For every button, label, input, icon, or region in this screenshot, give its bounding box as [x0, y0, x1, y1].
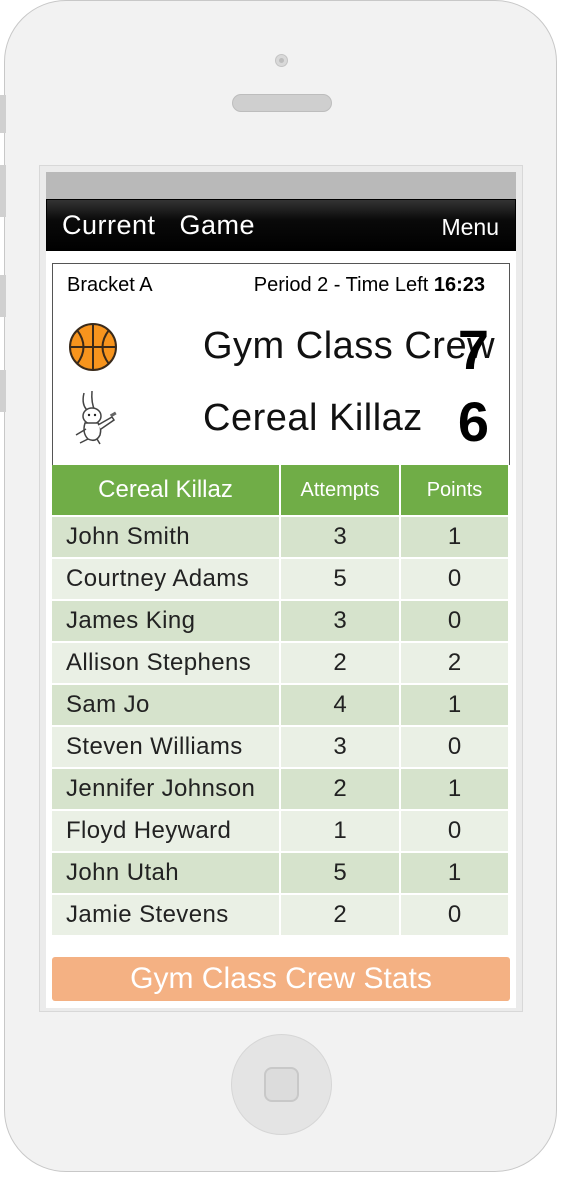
- points-cell: 0: [401, 811, 508, 851]
- home-team-score: 7: [457, 318, 489, 381]
- points-cell: 0: [401, 601, 508, 641]
- time-left: 16:23: [433, 274, 485, 296]
- away-team-name: Cereal Killaz: [203, 397, 423, 439]
- attempts-cell: 4: [281, 685, 399, 725]
- home-square-icon: [264, 1067, 299, 1102]
- other-team-stats-button[interactable]: Gym Class Crew Stats: [52, 957, 510, 1001]
- table-row[interactable]: Allison Stephens 2 2: [52, 643, 508, 683]
- attempts-cell: 2: [281, 643, 399, 683]
- player-name-cell: John Smith: [52, 517, 279, 557]
- player-name-cell: Floyd Heyward: [52, 811, 279, 851]
- points-cell: 1: [401, 853, 508, 893]
- attempts-cell: 3: [281, 517, 399, 557]
- period-time-label: Period 2 - Time Left 16:23: [254, 274, 485, 297]
- nav-bar: Current Game Menu: [46, 199, 516, 251]
- player-name-cell: Courtney Adams: [52, 559, 279, 599]
- table-header-row: Cereal Killaz Attempts Points: [52, 465, 508, 515]
- table-row[interactable]: Steven Williams 3 0: [52, 727, 508, 767]
- menu-button[interactable]: Menu: [441, 214, 499, 241]
- rabbit-mascot-icon: [70, 389, 120, 445]
- attempts-cell: 1: [281, 811, 399, 851]
- points-cell: 1: [401, 685, 508, 725]
- player-name-cell: John Utah: [52, 853, 279, 893]
- player-name-cell: Steven Williams: [52, 727, 279, 767]
- period-text: Period 2 - Time Left: [253, 274, 429, 296]
- phone-mute-switch: [0, 95, 6, 133]
- points-cell: 2: [401, 643, 508, 683]
- phone-side-button: [0, 370, 6, 412]
- phone-volume-down: [0, 275, 6, 317]
- points-cell: 0: [401, 727, 508, 767]
- attempts-cell: 3: [281, 601, 399, 641]
- status-bar: [46, 172, 516, 199]
- phone-speaker: [232, 94, 332, 112]
- table-row[interactable]: Courtney Adams 5 0: [52, 559, 508, 599]
- points-column-header: Points: [401, 465, 508, 515]
- home-button[interactable]: [231, 1034, 332, 1135]
- bracket-label: Bracket A: [67, 274, 153, 296]
- table-row[interactable]: Floyd Heyward 1 0: [52, 811, 508, 851]
- points-cell: 0: [401, 895, 508, 935]
- attempts-cell: 3: [281, 727, 399, 767]
- front-camera: [275, 54, 288, 67]
- player-name-cell: Jamie Stevens: [52, 895, 279, 935]
- player-name-cell: Jennifer Johnson: [52, 769, 279, 809]
- table-row[interactable]: James King 3 0: [52, 601, 508, 641]
- home-team-name: Gym Class Crew: [203, 325, 496, 367]
- player-name-cell: James King: [52, 601, 279, 641]
- page-title: Current Game: [62, 210, 256, 240]
- points-cell: 1: [401, 769, 508, 809]
- table-row[interactable]: Jamie Stevens 2 0: [52, 895, 508, 935]
- phone-volume-up: [0, 165, 6, 217]
- game-info-bar: Bracket A Period 2 - Time Left 16:23: [52, 263, 510, 306]
- table-row[interactable]: John Utah 5 1: [52, 853, 508, 893]
- scoreboard: Gym Class Crew 7 Cereal Killaz 6: [52, 305, 510, 465]
- points-cell: 0: [401, 559, 508, 599]
- table-row[interactable]: Sam Jo 4 1: [52, 685, 508, 725]
- away-team-score: 6: [457, 390, 489, 453]
- table-row[interactable]: John Smith 3 1: [52, 517, 508, 557]
- attempts-cell: 2: [281, 769, 399, 809]
- attempts-cell: 5: [281, 853, 399, 893]
- stats-table-body: John Smith 3 1 Courtney Adams 5 0 James King 3 0…: [52, 517, 508, 935]
- table-row[interactable]: Jennifer Johnson 2 1: [52, 769, 508, 809]
- player-name-cell: Sam Jo: [52, 685, 279, 725]
- basketball-icon: [68, 322, 118, 372]
- player-stats-table: Cereal Killaz Attempts Points John Smith…: [50, 463, 510, 937]
- attempts-column-header: Attempts: [281, 465, 399, 515]
- player-name-cell: Allison Stephens: [52, 643, 279, 683]
- attempts-cell: 5: [281, 559, 399, 599]
- team-column-header: Cereal Killaz: [52, 465, 279, 515]
- attempts-cell: 2: [281, 895, 399, 935]
- points-cell: 1: [401, 517, 508, 557]
